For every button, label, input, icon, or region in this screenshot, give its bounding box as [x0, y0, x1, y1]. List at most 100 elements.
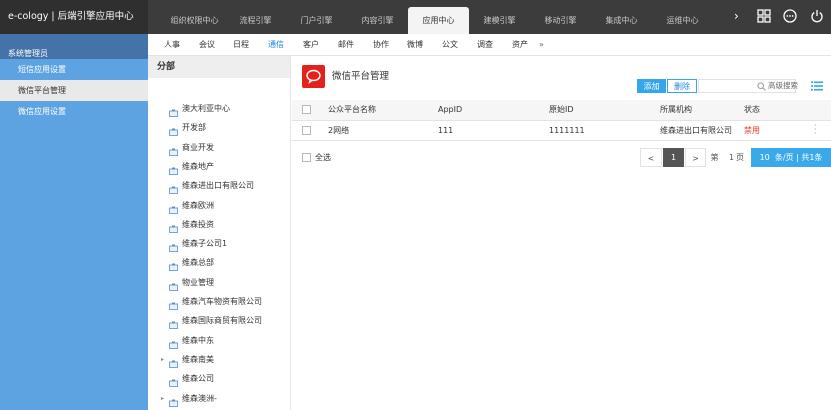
row-menu-icon[interactable]: · · · [814, 120, 831, 140]
building-icon [169, 375, 178, 388]
tree-node-label: 维森进出口有限公司 [182, 181, 254, 191]
expand-arrow-icon[interactable]: ▸ [161, 389, 167, 408]
advanced-search-link[interactable]: 高级搜索 [768, 80, 798, 92]
column-header-original-id[interactable]: 原始ID [549, 100, 660, 120]
delete-button[interactable]: 删除 [667, 79, 697, 93]
tab-modeling[interactable]: 建模引擎 [469, 7, 530, 34]
tree-title: 分部 [148, 56, 290, 78]
cell-name: 2网络 [328, 125, 350, 135]
tree-node[interactable]: 商业开发 [148, 138, 291, 157]
table-row[interactable]: 2网络 111 1111111 维森进出口有限公司 禁用 · · · [292, 120, 831, 140]
nav-meeting[interactable]: 会议 [199, 34, 215, 56]
tree-node-label: 维森欧洲 [182, 200, 214, 210]
org-tree: 分部 澳大利亚中心开发部商业开发维森地产维森进出口有限公司 维森欧洲维森投资维森子… [148, 56, 291, 410]
building-icon [169, 221, 178, 233]
column-header-status[interactable]: 状态 [744, 100, 814, 120]
nav-document[interactable]: 公文 [442, 34, 458, 56]
tree-node[interactable]: 维森投资 [148, 215, 291, 234]
tree-node[interactable]: 维森欧洲 [148, 196, 291, 215]
building-icon [169, 202, 178, 214]
tree-node[interactable]: 维森地产 [148, 157, 291, 176]
building-icon [169, 259, 178, 272]
tree-node-label: 维森南美 [182, 354, 214, 364]
main-content: 微信平台管理 添加 删除 高级搜索 公众平台名称 AppID 原始ID 所属机构… [292, 56, 831, 410]
tree-node-label: 维森子公司1 [182, 239, 228, 249]
tree-node-label: 维森汽车物资有限公司 [182, 297, 262, 306]
tree-node-label: 商业开发 [182, 142, 214, 152]
nav-survey[interactable]: 调查 [477, 34, 493, 56]
sidebar-item-wechat-platform[interactable]: 微信平台管理 [0, 80, 148, 101]
tab-ops[interactable]: 运维中心 [652, 7, 713, 34]
search-input[interactable] [702, 81, 754, 92]
tab-org[interactable]: 组织权限中心 [164, 7, 225, 34]
chevron-down-icon[interactable]: » [539, 34, 544, 56]
more-icon[interactable] [783, 9, 797, 23]
list-view-icon[interactable] [811, 81, 823, 91]
nav-weibo[interactable]: 微博 [407, 34, 423, 56]
column-header-name[interactable]: 公众平台名称 [328, 100, 438, 120]
building-icon [169, 298, 178, 310]
tree-node[interactable]: 维森国际商贸有限公司 [148, 311, 291, 330]
add-button[interactable]: 添加 [637, 79, 666, 93]
pager-current-page[interactable]: 1 [663, 148, 684, 167]
pager-size-value[interactable]: 10 [760, 153, 770, 162]
main-tabs: 组织权限中心 流程引擎 门户引擎 内容引擎 应用中心 建模引擎 移动引擎 集成中… [164, 7, 713, 34]
power-icon[interactable] [810, 9, 824, 23]
tab-content[interactable]: 内容引擎 [347, 7, 408, 34]
tab-workflow[interactable]: 流程引擎 [225, 7, 286, 34]
pager-prev-button[interactable]: < [640, 148, 662, 167]
tree-node[interactable]: ▸ 维森南美 [148, 350, 291, 369]
building-icon [169, 163, 178, 175]
nav-customer[interactable]: 客户 [303, 34, 319, 56]
select-all[interactable]: 全选 [302, 153, 331, 163]
sidebar-item-sms[interactable]: 短信应用设置 [0, 59, 148, 80]
tree-node[interactable]: 维森子公司1 [148, 234, 291, 253]
nav-collab[interactable]: 协作 [373, 34, 389, 56]
module-nav: 人事 会议 日程 通信 客户 邮件 协作 微博 公文 调查 资产 » [148, 34, 831, 56]
tree-node[interactable]: 维森进出口有限公司 [148, 176, 291, 195]
tree-node[interactable]: 维森汽车物资有限公司 [148, 292, 291, 311]
tab-integration[interactable]: 集成中心 [591, 7, 652, 34]
nav-communication[interactable]: 通信 [268, 34, 284, 56]
wechat-logo-icon [302, 65, 325, 88]
building-icon [169, 395, 178, 407]
tree-node[interactable]: 维森中东 [148, 331, 291, 350]
nav-schedule[interactable]: 日程 [233, 34, 249, 56]
pager-page-size[interactable]: 10 条/页 | 共1条 [751, 148, 831, 167]
top-bar: e-cology | 后端引擎应用中心 组织权限中心 流程引擎 门户引擎 内容引… [0, 0, 831, 34]
search-icon[interactable] [757, 82, 766, 91]
expand-arrow-icon[interactable]: ▸ [161, 350, 167, 369]
select-all-checkbox[interactable] [302, 153, 311, 162]
tree-node-label: 开发部 [182, 123, 206, 133]
column-header-org[interactable]: 所属机构 [660, 100, 744, 120]
tab-app-center[interactable]: 应用中心 [408, 7, 469, 34]
select-all-header-checkbox[interactable] [302, 105, 311, 115]
tree-node[interactable]: 维森公司 [148, 369, 291, 388]
nav-hr[interactable]: 人事 [164, 34, 180, 56]
tree-node[interactable]: 开发部 [148, 118, 291, 137]
tree-node[interactable]: ▸ 维森澳洲- [148, 389, 291, 408]
tree-node[interactable]: 澳大利亚中心 [148, 99, 291, 118]
tab-mobile[interactable]: 移动引擎 [530, 7, 591, 34]
header-checkbox-cell [292, 100, 328, 120]
building-icon [169, 182, 178, 195]
page-title: 微信平台管理 [332, 71, 390, 82]
tree-node[interactable]: 维森总部 [148, 253, 291, 272]
nav-mail[interactable]: 邮件 [338, 34, 354, 56]
sidebar-item-wechat-app[interactable]: 微信应用设置 [0, 101, 148, 122]
column-header-appid[interactable]: AppID [438, 100, 549, 120]
building-icon [169, 105, 178, 117]
sidebar-user: 系统管理员 [0, 34, 148, 59]
search-box: 高级搜索 [698, 79, 798, 93]
tree-node[interactable]: 物业管理 [148, 273, 291, 292]
row-checkbox[interactable] [302, 125, 311, 135]
column-header-actions [814, 100, 831, 120]
building-icon [169, 240, 178, 252]
tab-portal[interactable]: 门户引擎 [286, 7, 347, 34]
tree-node-label: 维森总部 [182, 258, 214, 268]
nav-assets[interactable]: 资产 [512, 34, 528, 56]
grid-icon[interactable] [757, 9, 771, 23]
tree-node-label: 维森中东 [182, 335, 214, 345]
chevron-right-icon[interactable]: › [734, 9, 739, 23]
pager-next-button[interactable]: > [685, 148, 706, 167]
